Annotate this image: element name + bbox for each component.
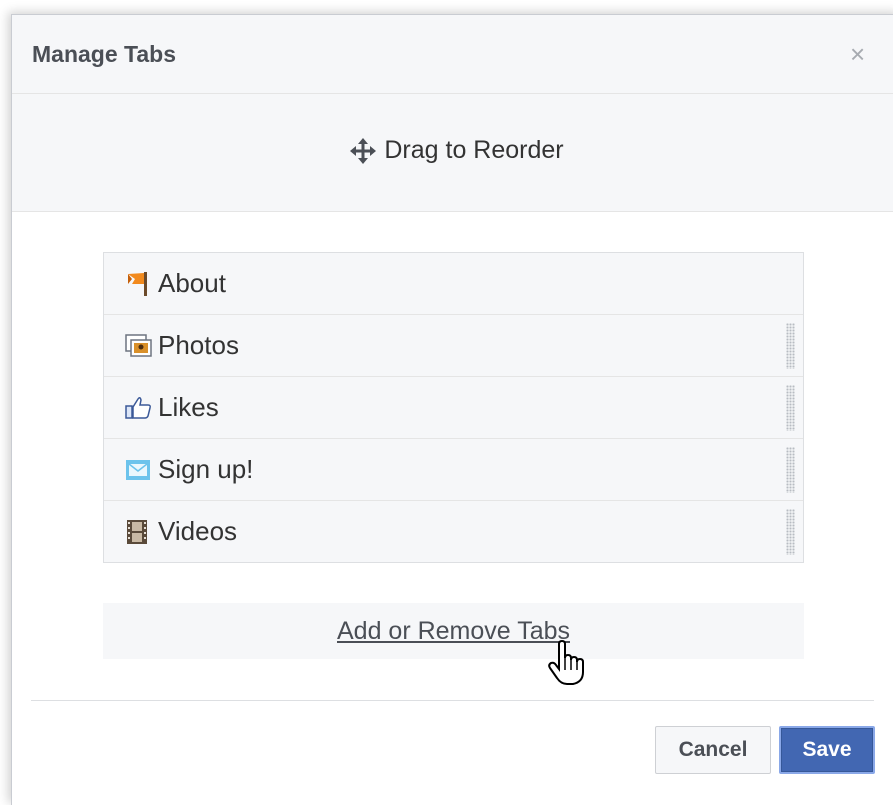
tab-label: Likes (158, 392, 219, 422)
dialog-title: Manage Tabs (32, 41, 176, 67)
film-icon (124, 518, 154, 546)
flag-icon (124, 270, 154, 298)
drag-handle[interactable] (786, 323, 795, 369)
tab-row-photos[interactable]: Photos (104, 314, 803, 376)
drag-handle[interactable] (786, 509, 795, 555)
footer-divider (31, 700, 874, 701)
hand-cursor-icon (548, 640, 584, 685)
tab-label: Videos (158, 516, 238, 546)
thumbs-up-icon (124, 394, 154, 422)
cancel-button[interactable]: Cancel (655, 726, 771, 774)
move-arrows-icon (350, 137, 377, 164)
tab-label: Sign up! (158, 454, 254, 484)
drag-hint-text: Drag to Reorder (384, 136, 564, 164)
add-remove-tabs-bar: Add or Remove Tabs (103, 603, 804, 659)
envelope-icon (124, 456, 154, 484)
close-icon[interactable]: × (850, 41, 865, 67)
tab-row-sign-up[interactable]: Sign up! (104, 438, 803, 500)
tab-list: About Photos Likes Sign up! Videos (103, 252, 804, 563)
tab-label: About (158, 268, 226, 298)
drag-handle[interactable] (786, 385, 795, 431)
tab-row-about[interactable]: About (104, 253, 803, 314)
add-remove-tabs-link[interactable]: Add or Remove Tabs (337, 617, 570, 646)
drag-to-reorder-bar: Drag to Reorder (12, 94, 893, 212)
tab-row-likes[interactable]: Likes (104, 376, 803, 438)
drag-handle[interactable] (786, 447, 795, 493)
manage-tabs-dialog: Manage Tabs × Drag to Reorder About Phot… (11, 14, 893, 805)
photos-icon (124, 332, 154, 360)
dialog-header: Manage Tabs × (12, 15, 893, 94)
tab-row-videos[interactable]: Videos (104, 500, 803, 562)
tab-label: Photos (158, 330, 239, 360)
drag-hint: Drag to Reorder (12, 136, 893, 165)
save-button[interactable]: Save (779, 726, 875, 774)
